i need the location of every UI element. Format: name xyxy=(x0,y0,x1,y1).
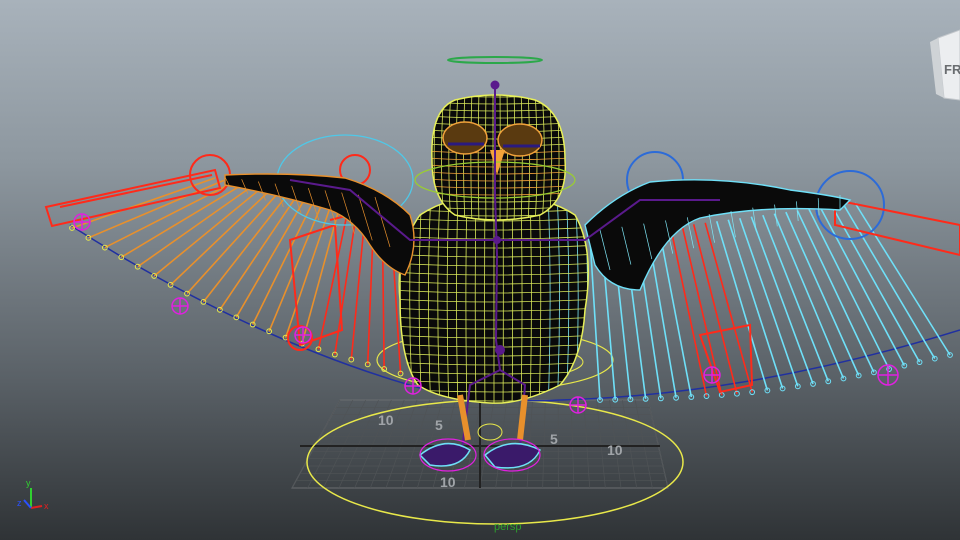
axis-x-label: x xyxy=(44,501,49,511)
maya-viewport[interactable]: 10 5 5 10 10 FR y z x persp xyxy=(0,0,960,540)
axis-gizmo: y z x xyxy=(17,478,49,511)
view-cube[interactable]: FR xyxy=(930,29,960,101)
view-cube-face-label: FR xyxy=(944,62,960,77)
scene-canvas[interactable]: 10 5 5 10 10 FR y z x persp xyxy=(0,0,960,540)
grid-label: 10 xyxy=(607,442,623,458)
camera-name-label: persp xyxy=(494,521,522,533)
top-halo-control[interactable] xyxy=(447,56,543,64)
grid-label: 10 xyxy=(440,474,456,490)
grid-label: 5 xyxy=(550,431,558,447)
axis-y-label: y xyxy=(26,478,31,488)
grid-label: 5 xyxy=(435,417,443,433)
axis-z-label: z xyxy=(17,498,22,508)
right-wing-mesh[interactable] xyxy=(584,179,852,291)
grid-label: 10 xyxy=(378,412,394,428)
left-eye[interactable] xyxy=(442,121,488,155)
